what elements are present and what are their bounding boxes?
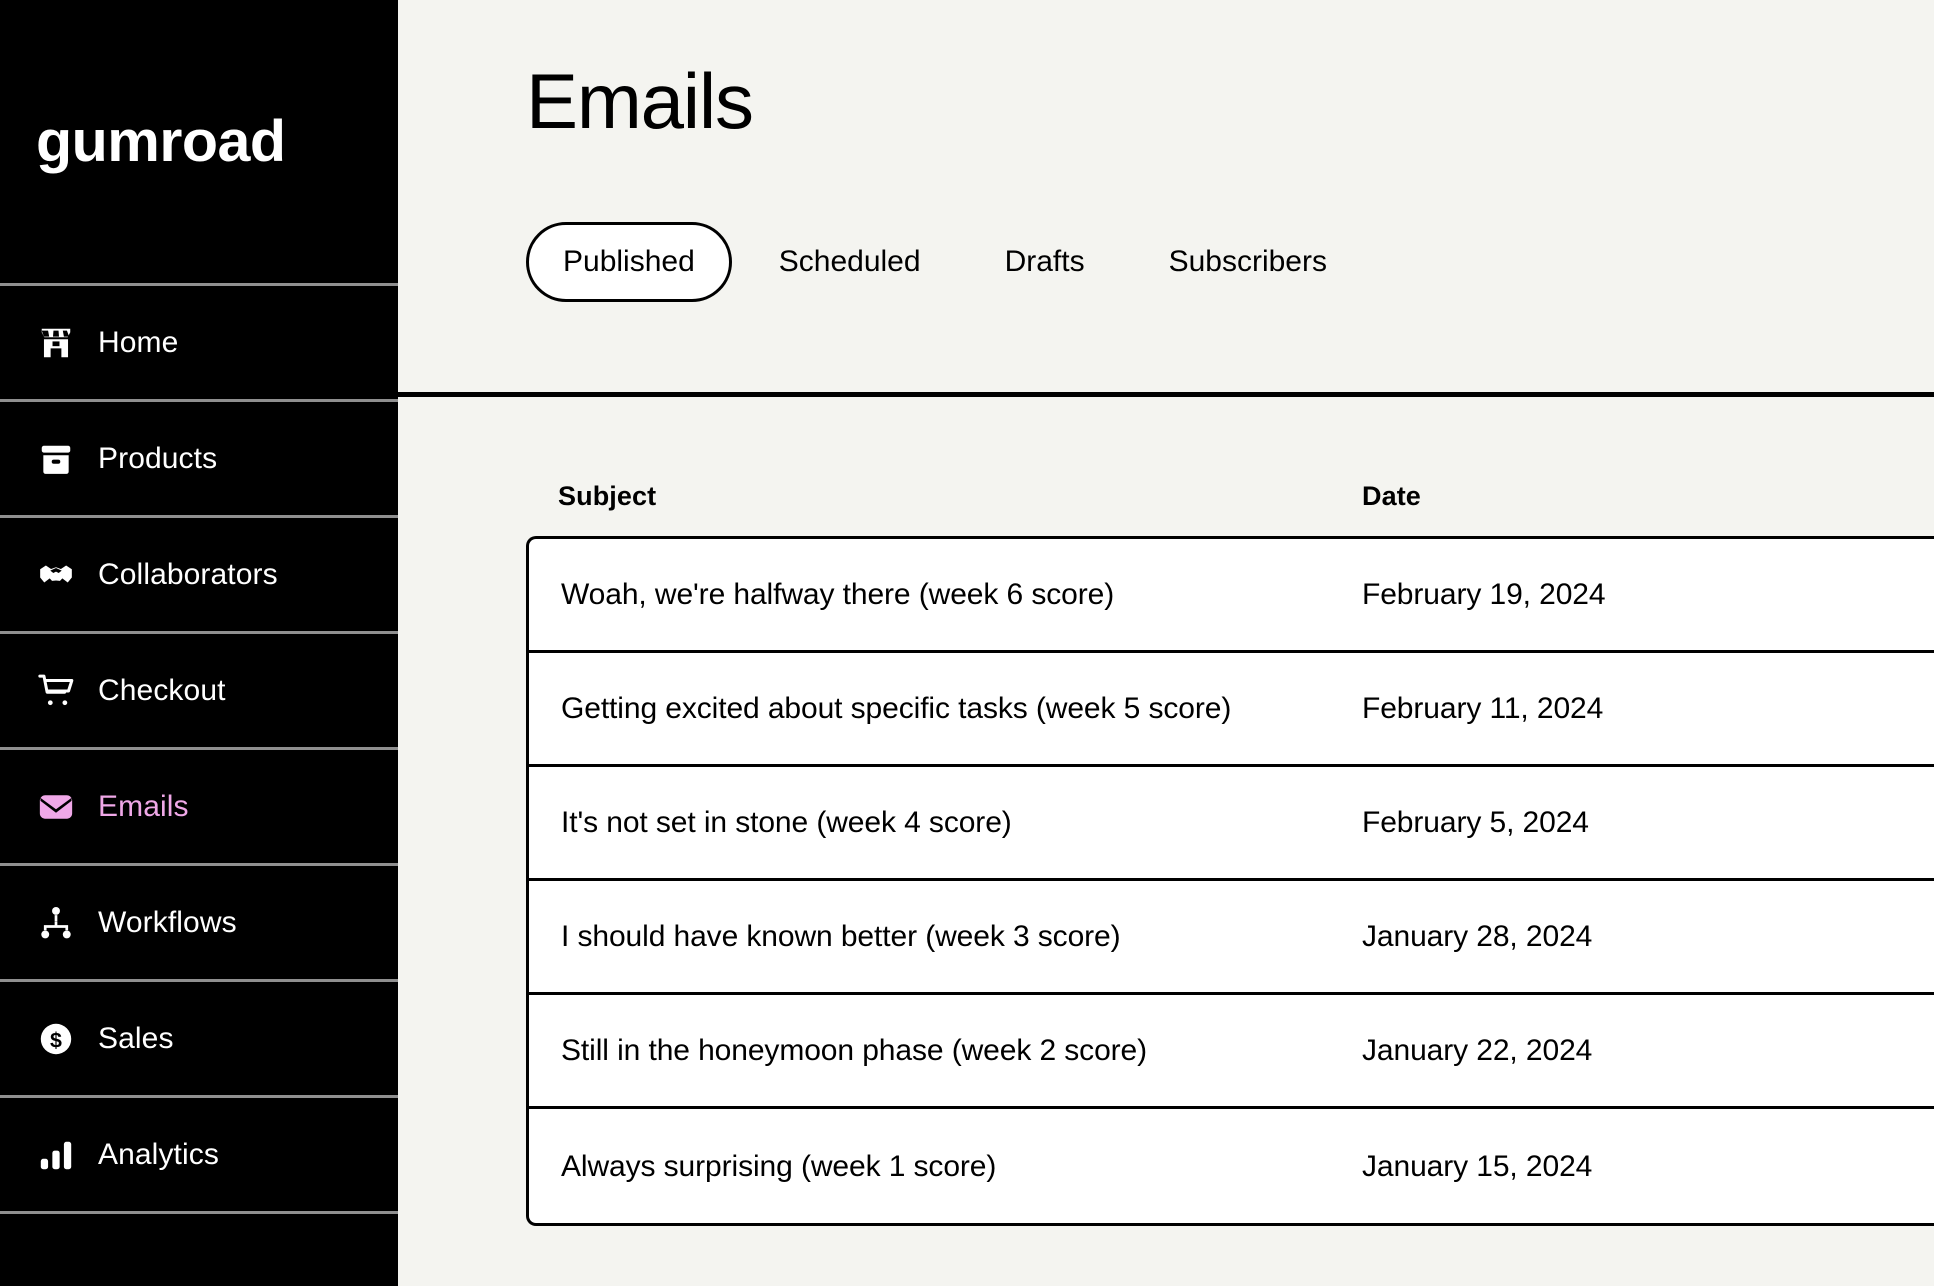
sidebar: gumroad Home Products Collaborators Chec… (0, 0, 398, 1286)
sidebar-item-home[interactable]: Home (0, 286, 398, 402)
page-header: Emails Published Scheduled Drafts Subscr… (398, 0, 1934, 397)
tab-published[interactable]: Published (526, 222, 732, 302)
sidebar-item-checkout[interactable]: Checkout (0, 634, 398, 750)
tab-subscribers[interactable]: Subscribers (1132, 222, 1364, 302)
svg-text:$: $ (50, 1028, 62, 1052)
sidebar-item-products[interactable]: Products (0, 402, 398, 518)
dollar-circle-icon: $ (34, 1017, 78, 1061)
sidebar-item-collaborators[interactable]: Collaborators (0, 518, 398, 634)
main-content: Emails Published Scheduled Drafts Subscr… (398, 0, 1934, 1286)
sidebar-item-workflows[interactable]: Workflows (0, 866, 398, 982)
cell-subject: Getting excited about specific tasks (we… (561, 692, 1232, 725)
cell-subject: It's not set in stone (week 4 score) (561, 806, 1012, 839)
sidebar-item-emails[interactable]: Emails (0, 750, 398, 866)
gumroad-wordmark: gumroad (36, 108, 286, 174)
cell-date: February 19, 2024 (1362, 578, 1606, 611)
table-row[interactable]: I should have known better (week 3 score… (529, 881, 1934, 995)
envelope-icon (34, 785, 78, 829)
table-row[interactable]: Still in the honeymoon phase (week 2 sco… (529, 995, 1934, 1109)
table-row[interactable]: Getting excited about specific tasks (we… (529, 653, 1934, 767)
emails-table-region: Subject Date Woah, we're halfway there (… (398, 397, 1934, 1286)
shop-icon (34, 321, 78, 365)
sidebar-item-label: Analytics (98, 1137, 219, 1171)
handshake-icon (34, 553, 78, 597)
sidebar-item-label: Workflows (98, 905, 237, 939)
cell-subject: Always surprising (week 1 score) (561, 1149, 997, 1183)
emails-table: Subject Date Woah, we're halfway there (… (526, 483, 1934, 1226)
sidebar-item-label: Home (98, 325, 179, 359)
sidebar-item-label: Emails (98, 789, 189, 823)
page-title: Emails (526, 57, 754, 145)
column-header-subject[interactable]: Subject (558, 483, 1362, 510)
cell-subject: I should have known better (week 3 score… (561, 920, 1121, 953)
cell-date: February 11, 2024 (1362, 692, 1604, 725)
tab-bar: Published Scheduled Drafts Subscribers (526, 222, 1934, 302)
table-row[interactable]: Always surprising (week 1 score) January… (529, 1109, 1934, 1223)
sidebar-item-analytics[interactable]: Analytics (0, 1098, 398, 1214)
brand-logo[interactable]: gumroad (0, 0, 398, 286)
sidebar-item-label: Products (98, 441, 218, 475)
cell-subject: Still in the honeymoon phase (week 2 sco… (561, 1034, 1148, 1067)
workflow-nodes-icon (34, 901, 78, 945)
sidebar-item-label: Collaborators (98, 557, 278, 591)
sidebar-item-sales[interactable]: $ Sales (0, 982, 398, 1098)
archive-box-icon (34, 437, 78, 481)
bar-chart-icon (34, 1133, 78, 1177)
cell-date: January 22, 2024 (1362, 1034, 1593, 1067)
tab-drafts[interactable]: Drafts (968, 222, 1122, 302)
app-root: gumroad Home Products Collaborators Chec… (0, 0, 1934, 1286)
sidebar-item-label: Sales (98, 1021, 174, 1055)
column-header-date[interactable]: Date (1362, 483, 1902, 510)
cell-date: January 28, 2024 (1362, 920, 1593, 953)
tab-scheduled[interactable]: Scheduled (742, 222, 958, 302)
table-body: Woah, we're halfway there (week 6 score)… (526, 536, 1934, 1226)
table-row[interactable]: It's not set in stone (week 4 score) Feb… (529, 767, 1934, 881)
cell-subject: Woah, we're halfway there (week 6 score) (561, 578, 1115, 611)
cell-date: January 15, 2024 (1362, 1149, 1593, 1183)
table-header-row: Subject Date (526, 483, 1934, 536)
table-row[interactable]: Woah, we're halfway there (week 6 score)… (529, 539, 1934, 653)
sidebar-item-label: Checkout (98, 673, 226, 707)
shopping-cart-icon (34, 669, 78, 713)
cell-date: February 5, 2024 (1362, 806, 1589, 839)
